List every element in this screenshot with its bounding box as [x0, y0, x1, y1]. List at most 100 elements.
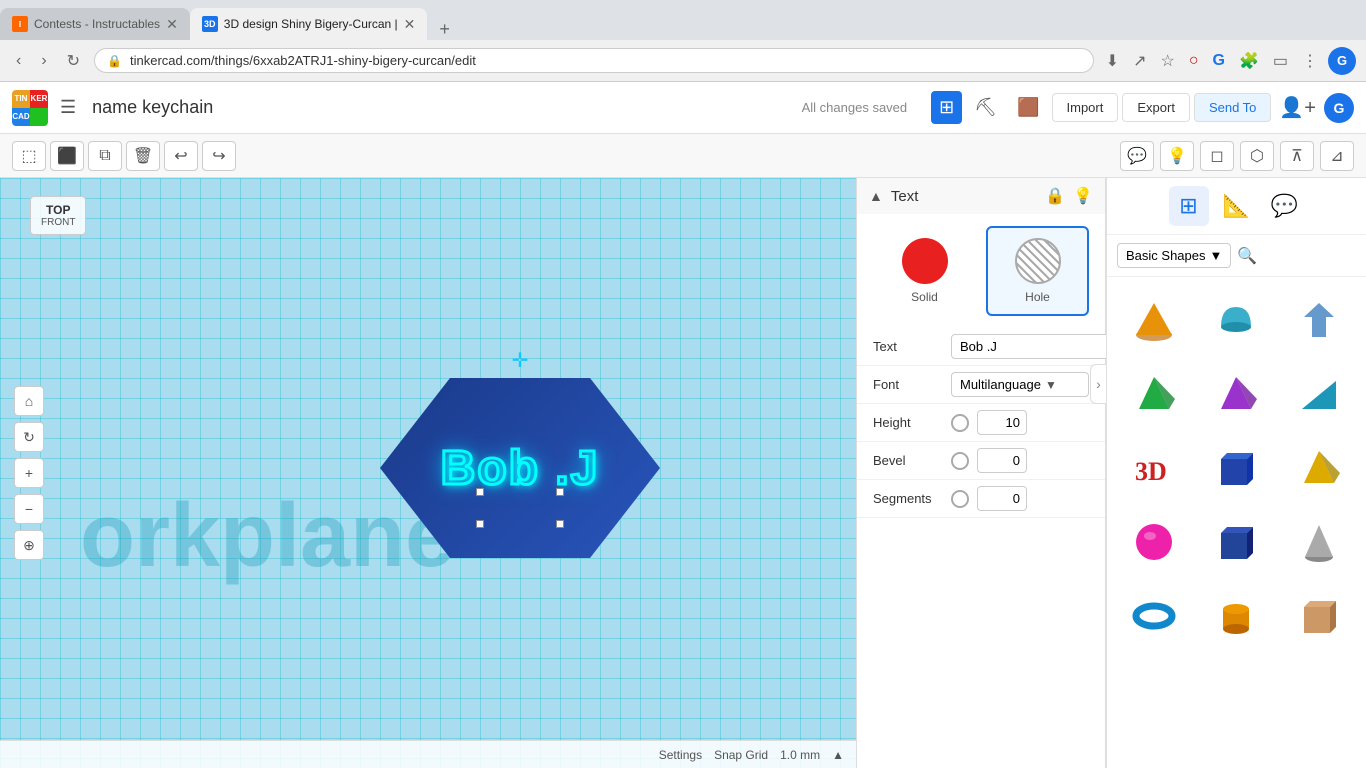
panel-collapse-handle[interactable]: › [1090, 364, 1106, 404]
download-icon[interactable]: ⬇ [1102, 47, 1123, 75]
svg-text:3D: 3D [1135, 457, 1167, 486]
grid-size-value[interactable]: 1.0 mm [780, 748, 820, 762]
collapse-chevron[interactable]: ▲ [869, 188, 883, 204]
tab-close-tinkercad[interactable]: ✕ [404, 16, 416, 33]
view-3d-button[interactable]: ⊞ [931, 91, 962, 124]
resize-handle-tl[interactable] [476, 488, 484, 496]
shape-text[interactable]: 3D [1115, 433, 1193, 503]
shape-wedge[interactable] [1280, 359, 1358, 429]
solid-circle [902, 238, 948, 284]
tab-close-contests[interactable]: ✕ [166, 16, 178, 33]
puzzle-icon[interactable]: 🧩 [1235, 47, 1263, 75]
lightbulb-icon[interactable]: 💡 [1160, 141, 1194, 171]
bevel-input[interactable] [977, 448, 1027, 473]
tinkercad-logo[interactable]: TIN KER CAD [12, 90, 48, 126]
shape-box-dark[interactable] [1197, 507, 1275, 577]
rotate-view-button[interactable]: ↻ [14, 422, 44, 452]
shape-cylinder-orange[interactable] [1197, 581, 1275, 651]
view-build-button[interactable]: ⛏ [966, 91, 1005, 124]
flip-icon[interactable]: ⊿ [1320, 141, 1354, 171]
3d-object[interactable]: ✛ Bob .J [380, 378, 660, 558]
tab-label-tinkercad: 3D design Shiny Bigery-Curcan | [224, 17, 398, 31]
bevel-circle-control[interactable] [951, 452, 969, 470]
viewport[interactable]: orkplane TOP FRONT ⌂ ↻ + − ⊕ ✛ Bob .J [0, 178, 856, 768]
resize-handle-br[interactable] [556, 520, 564, 528]
url-bar[interactable]: 🔒 tinkercad.com/things/6xxab2ATRJ1-shiny… [94, 48, 1094, 73]
shape-box-blue[interactable] [1197, 433, 1275, 503]
notes-icon[interactable]: 💬 [1265, 186, 1305, 226]
new-tab-button[interactable]: + [431, 19, 458, 40]
shape-sphere-pink[interactable] [1115, 507, 1193, 577]
redo-button[interactable]: ↪ [202, 141, 236, 171]
props-panel-header[interactable]: ▲ Text 🔒 💡 [857, 178, 1105, 214]
solid-button[interactable]: Solid [873, 226, 976, 316]
edit-right-icons: 💬 💡 ◻ ⬡ ⊼ ⊿ [1120, 141, 1354, 171]
share-icon[interactable]: ↗ [1129, 47, 1150, 75]
shape-arrow[interactable] [1280, 285, 1358, 355]
font-dropdown[interactable]: Multilanguage ▼ [951, 372, 1089, 397]
grid-view-icon[interactable]: ⊞ [1169, 186, 1209, 226]
menu-icon[interactable]: ⋮ [1298, 47, 1322, 75]
shape-cone-gray[interactable] [1280, 507, 1358, 577]
expand-icon[interactable]: ▲ [832, 748, 844, 762]
height-input[interactable] [977, 410, 1027, 435]
shape-torus[interactable] [1115, 581, 1193, 651]
move-handle[interactable]: ✛ [512, 348, 529, 373]
paste-button[interactable]: ⬛ [50, 141, 84, 171]
zoom-out-button[interactable]: − [14, 494, 44, 524]
light-panel-icon[interactable]: 💡 [1073, 186, 1093, 206]
tab-tinkercad[interactable]: 3D 3D design Shiny Bigery-Curcan | ✕ [190, 8, 428, 40]
shape-pyramid-green[interactable] [1115, 359, 1193, 429]
shape-cone[interactable] [1115, 285, 1193, 355]
shape-pyramid-purple[interactable] [1197, 359, 1275, 429]
fit-view-button[interactable]: ⊕ [14, 530, 44, 560]
copy-button[interactable]: ⬚ [12, 141, 46, 171]
segments-input[interactable] [977, 486, 1027, 511]
settings-label[interactable]: Settings [659, 748, 702, 762]
shape-half-sphere[interactable] [1197, 285, 1275, 355]
sphere-pink-thumb [1129, 517, 1179, 567]
opera-icon[interactable]: ○ [1185, 48, 1203, 74]
refresh-button[interactable]: ↻ [61, 49, 86, 73]
shape-icon[interactable]: ◻ [1200, 141, 1234, 171]
hole-button[interactable]: Hole [986, 226, 1089, 316]
shape-pyramid-yellow[interactable] [1280, 433, 1358, 503]
resize-handle-tr[interactable] [556, 488, 564, 496]
zoom-in-button[interactable]: + [14, 458, 44, 488]
bookmark-icon[interactable]: ☆ [1156, 47, 1178, 75]
add-user-icon[interactable]: 👤+ [1275, 91, 1320, 124]
view-code-button[interactable]: 🟫 [1009, 91, 1047, 124]
align-icon[interactable]: ⊼ [1280, 141, 1314, 171]
search-icon[interactable]: 🔍 [1237, 246, 1257, 266]
segments-circle-control[interactable] [951, 490, 969, 508]
height-circle-control[interactable] [951, 414, 969, 432]
forward-button[interactable]: › [35, 50, 52, 72]
send-to-button[interactable]: Send To [1194, 93, 1271, 122]
hamburger-menu[interactable]: ☰ [56, 93, 80, 122]
undo-button[interactable]: ↩ [164, 141, 198, 171]
chrome-sync-icon[interactable]: G [1209, 48, 1229, 74]
ruler-icon[interactable]: 📐 [1217, 186, 1257, 226]
project-name[interactable]: name keychain [92, 97, 213, 118]
sidebar-icon[interactable]: ▭ [1269, 47, 1292, 75]
group-icon[interactable]: ⬡ [1240, 141, 1274, 171]
tab-contests[interactable]: I Contests - Instructables ✕ [0, 8, 190, 40]
text-properties-panel: ▲ Text 🔒 💡 Solid Hole [856, 178, 1106, 768]
duplicate-button[interactable]: ⧉ [88, 141, 122, 171]
comment-icon[interactable]: 💬 [1120, 141, 1154, 171]
import-button[interactable]: Import [1052, 93, 1119, 122]
shape-category-dropdown[interactable]: Basic Shapes ▼ [1117, 243, 1231, 268]
home-view-button[interactable]: ⌂ [14, 386, 44, 416]
cone-gray-thumb [1294, 517, 1344, 567]
lock-panel-icon[interactable]: 🔒 [1045, 186, 1065, 206]
resize-handle-bl[interactable] [476, 520, 484, 528]
hexagon-shape[interactable]: Bob .J [380, 378, 660, 558]
shape-box-tan[interactable] [1280, 581, 1358, 651]
back-button[interactable]: ‹ [10, 50, 27, 72]
delete-button[interactable]: 🗑 [126, 141, 160, 171]
profile-avatar[interactable]: G [1328, 47, 1356, 75]
export-button[interactable]: Export [1122, 93, 1190, 122]
user-profile-button[interactable]: G [1324, 93, 1354, 123]
view-cube[interactable]: TOP FRONT [30, 196, 86, 235]
solid-label: Solid [911, 290, 938, 304]
